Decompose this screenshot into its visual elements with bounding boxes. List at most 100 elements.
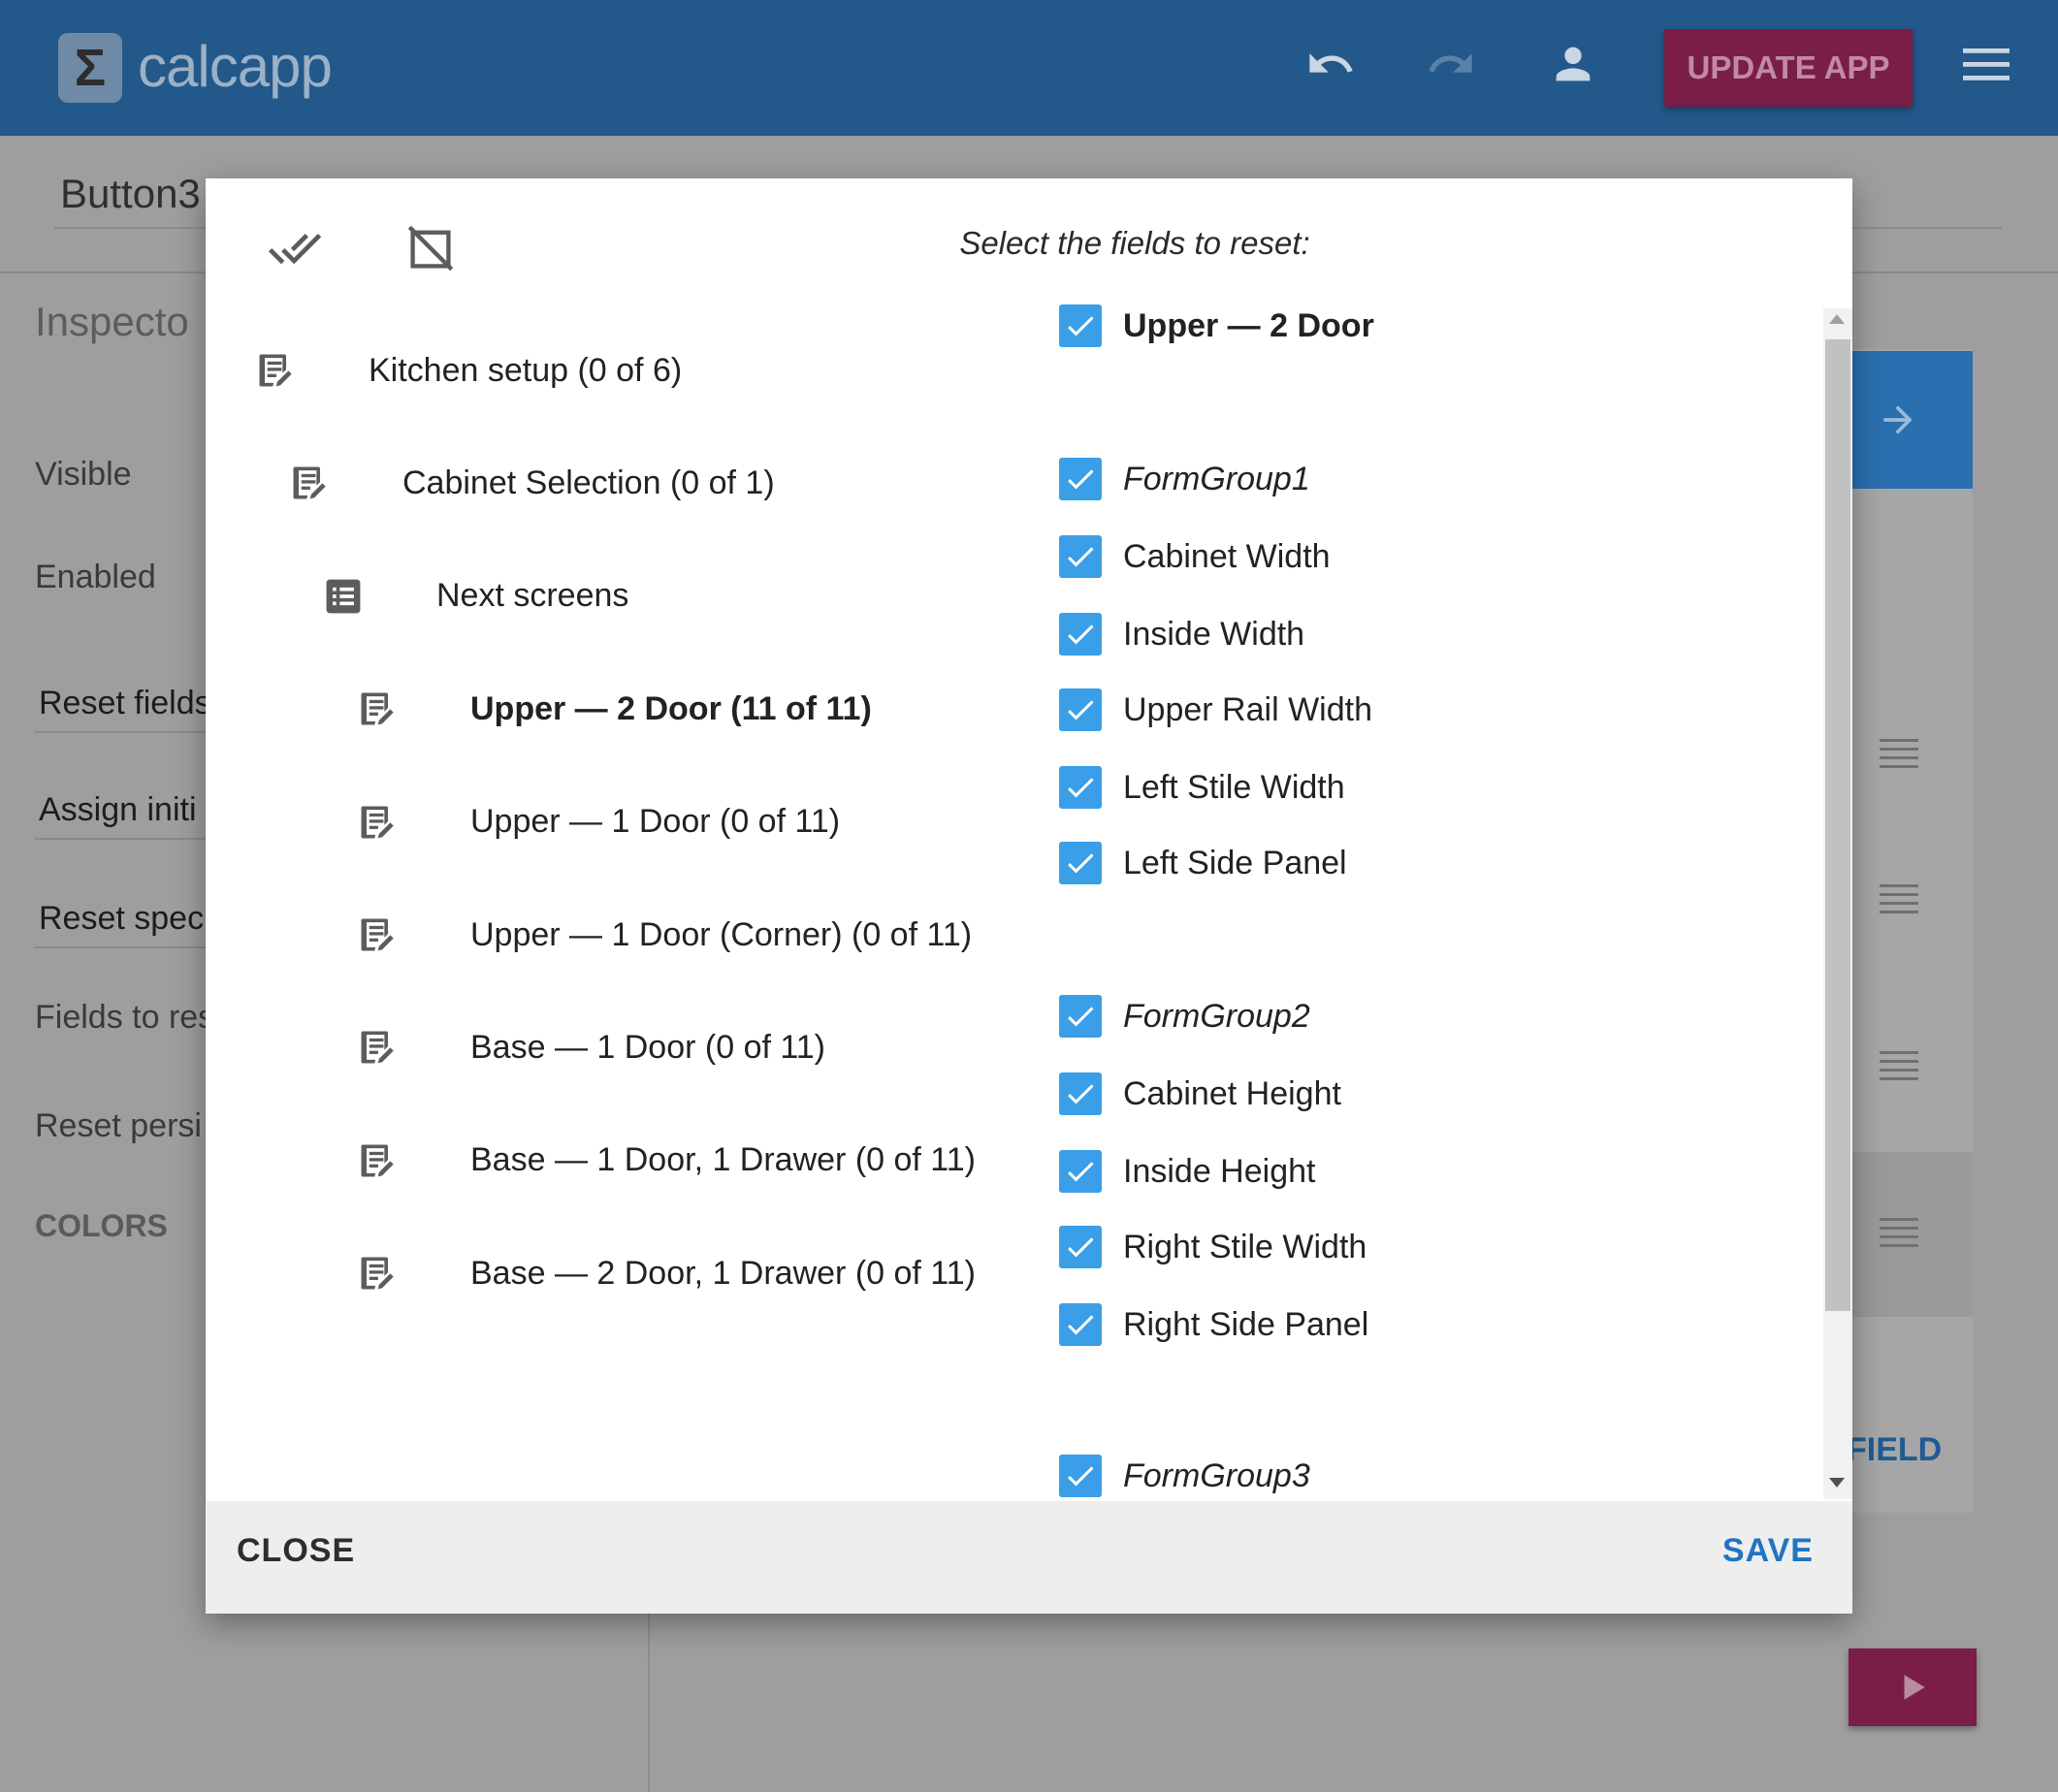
field-label: FormGroup1	[1123, 460, 1310, 497]
form-icon	[288, 462, 331, 504]
field-checkbox-row[interactable]: FormGroup2	[1059, 995, 1310, 1038]
preview-play-button[interactable]	[1849, 1648, 1977, 1726]
drag-handle-icon[interactable]	[1880, 739, 1918, 774]
tree-item[interactable]: Base — 2 Door, 1 Drawer (0 of 11)	[206, 1244, 1040, 1302]
field-label: Right Side Panel	[1123, 1305, 1369, 1343]
play-icon	[1904, 1675, 1925, 1700]
tree-item-label: Kitchen setup (0 of 6)	[369, 351, 683, 389]
tree-item[interactable]: Base — 1 Door, 1 Drawer (0 of 11)	[206, 1132, 1040, 1190]
checkbox-checked-icon[interactable]	[1059, 1226, 1102, 1268]
drag-handle-icon[interactable]	[1880, 884, 1918, 919]
visible-label: Visible	[35, 456, 132, 493]
checkbox-checked-icon[interactable]	[1059, 688, 1102, 731]
checkbox-checked-icon[interactable]	[1059, 1150, 1102, 1193]
form-icon	[356, 801, 399, 844]
assign-initial-label[interactable]: Assign initi	[39, 791, 197, 829]
tree-item[interactable]: Cabinet Selection (0 of 1)	[206, 454, 1040, 512]
field-checkbox-row[interactable]: Left Stile Width	[1059, 766, 1345, 809]
undo-icon[interactable]	[1305, 39, 1356, 94]
select-all-icon[interactable]	[264, 217, 326, 279]
field-label: FormGroup3	[1123, 1456, 1310, 1494]
app-name: calcapp	[138, 34, 333, 99]
dialog-footer: CLOSE SAVE	[206, 1501, 1852, 1614]
divider	[35, 946, 209, 948]
fields-to-reset-label: Fields to res	[35, 999, 215, 1036]
inspector-heading: Inspecto	[35, 299, 189, 344]
field-checkbox-row[interactable]: Inside Height	[1059, 1150, 1315, 1193]
divider	[35, 731, 209, 733]
checkbox-checked-icon[interactable]	[1059, 1455, 1102, 1497]
checkbox-checked-icon[interactable]	[1059, 535, 1102, 578]
form-icon	[356, 1139, 399, 1182]
drag-handle-icon[interactable]	[1880, 1218, 1918, 1253]
scroll-down-arrow-icon[interactable]	[1829, 1478, 1845, 1488]
deselect-all-icon[interactable]	[400, 217, 462, 279]
tree-item[interactable]: Upper — 1 Door (0 of 11)	[206, 793, 1040, 851]
checkbox-checked-icon[interactable]	[1059, 458, 1102, 500]
field-label: Upper — 2 Door	[1123, 306, 1374, 344]
form-icon	[356, 913, 399, 956]
checkbox-checked-icon[interactable]	[1059, 304, 1102, 347]
field-label: Inside Height	[1123, 1152, 1316, 1190]
tree-item-label: Upper — 1 Door (0 of 11)	[470, 803, 841, 841]
field-label: Upper Rail Width	[1123, 690, 1372, 728]
form-icon	[254, 349, 297, 392]
tree-item[interactable]: Kitchen setup (0 of 6)	[206, 341, 1040, 400]
field-label: Right Stile Width	[1123, 1228, 1367, 1265]
add-field-link[interactable]: FIELD	[1847, 1431, 1942, 1469]
checkbox-checked-icon[interactable]	[1059, 995, 1102, 1038]
field-label: Inside Width	[1123, 615, 1305, 653]
form-icon	[356, 688, 399, 730]
page-title: Button3	[60, 171, 201, 216]
field-label: FormGroup2	[1123, 997, 1310, 1035]
tree-item-label: Next screens	[436, 577, 629, 615]
reset-persisted-label: Reset persi	[35, 1107, 202, 1144]
field-checkbox-row[interactable]: Inside Width	[1059, 613, 1304, 656]
save-button[interactable]: SAVE	[1722, 1532, 1814, 1570]
reset-fields-dialog: Select the fields to reset: Kitchen setu…	[206, 178, 1852, 1614]
reset-fields-label[interactable]: Reset fields	[39, 685, 211, 722]
field-checkbox-row[interactable]: Right Side Panel	[1059, 1303, 1368, 1346]
tree-item[interactable]: Upper — 1 Door (Corner) (0 of 11)	[206, 906, 1040, 964]
field-checkbox-row[interactable]: Upper — 2 Door	[1059, 304, 1374, 347]
tree-item[interactable]: Next screens	[206, 567, 1040, 625]
tree-item-label: Base — 1 Door, 1 Drawer (0 of 11)	[470, 1141, 976, 1179]
checkbox-checked-icon[interactable]	[1059, 842, 1102, 884]
tree-item-label: Cabinet Selection (0 of 1)	[402, 464, 775, 501]
reset-specific-label[interactable]: Reset spec	[39, 900, 204, 938]
checkbox-checked-icon[interactable]	[1059, 1303, 1102, 1346]
scrollbar-thumb[interactable]	[1825, 339, 1850, 1311]
checkbox-checked-icon[interactable]	[1059, 766, 1102, 809]
scroll-up-arrow-icon[interactable]	[1829, 314, 1845, 324]
divider	[35, 838, 209, 840]
field-checkbox-row[interactable]: Upper Rail Width	[1059, 688, 1372, 731]
field-checkbox-row[interactable]: FormGroup1	[1059, 458, 1310, 500]
app-header: Σ calcapp UPDATE APP	[0, 0, 2058, 136]
dialog-heading: Select the fields to reset:	[959, 225, 1310, 261]
close-button[interactable]: CLOSE	[237, 1532, 355, 1570]
field-label: Left Stile Width	[1123, 768, 1345, 806]
field-checkbox-row[interactable]: Right Stile Width	[1059, 1226, 1367, 1268]
menu-icon[interactable]	[1963, 45, 2010, 88]
colors-section-label: COLORS	[35, 1208, 168, 1243]
field-checkbox-row[interactable]: Cabinet Height	[1059, 1072, 1341, 1115]
field-checkbox-row[interactable]: Left Side Panel	[1059, 842, 1347, 884]
tree-item-label: Base — 1 Door (0 of 11)	[470, 1028, 825, 1066]
update-app-button[interactable]: UPDATE APP	[1664, 29, 1913, 107]
list-icon	[322, 575, 365, 618]
enabled-label: Enabled	[35, 559, 156, 595]
account-icon[interactable]	[1548, 39, 1598, 94]
field-checkbox-row[interactable]: FormGroup3	[1059, 1455, 1310, 1497]
field-checkbox-row[interactable]: Cabinet Width	[1059, 535, 1331, 578]
form-icon	[356, 1026, 399, 1069]
tree-item[interactable]: Upper — 2 Door (11 of 11)	[206, 680, 1040, 738]
calcapp-logo-icon: Σ	[58, 33, 122, 103]
drag-handle-icon[interactable]	[1880, 1051, 1918, 1086]
redo-icon[interactable]	[1426, 39, 1476, 94]
field-label: Cabinet Width	[1123, 537, 1331, 575]
checkbox-checked-icon[interactable]	[1059, 613, 1102, 656]
tree-item[interactable]: Base — 1 Door (0 of 11)	[206, 1018, 1040, 1076]
field-label: Left Side Panel	[1123, 844, 1347, 881]
checkbox-checked-icon[interactable]	[1059, 1072, 1102, 1115]
tree-item-label: Base — 2 Door, 1 Drawer (0 of 11)	[470, 1254, 976, 1292]
